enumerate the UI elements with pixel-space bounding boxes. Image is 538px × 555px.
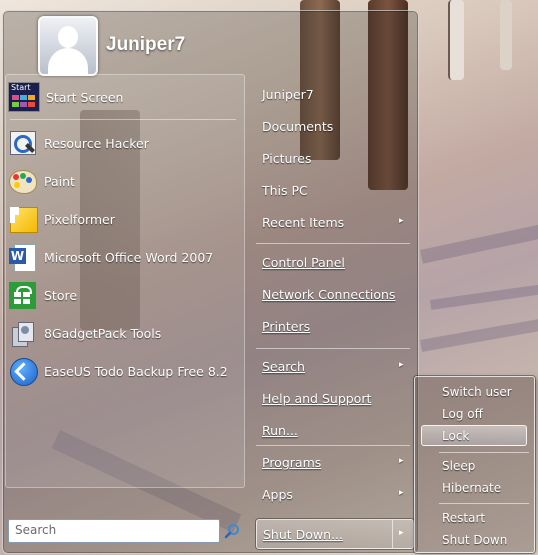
menu-item-hibernate[interactable]: Hibernate (442, 481, 501, 495)
search-input[interactable] (9, 520, 217, 540)
program-label: Start Screen (46, 89, 124, 105)
program-label: Store (44, 287, 78, 303)
user-name: Juniper7 (106, 34, 186, 55)
program-start-screen[interactable]: Start Start Screen (8, 80, 238, 114)
programs-label: Programs (262, 455, 322, 470)
place-control-panel[interactable]: Control Panel (262, 255, 345, 270)
program-label: EaseUS Todo Backup Free 8.2 (44, 363, 228, 379)
chevron-right-icon: ▸ (399, 216, 404, 226)
places-separator (256, 348, 410, 349)
control-panel-label: Control Panel (262, 255, 345, 270)
search-icon[interactable] (224, 523, 240, 539)
user-silhouette-head (58, 26, 78, 48)
shutdown-options-button[interactable]: ▸ (392, 520, 413, 548)
place-apps[interactable]: Apps (262, 487, 293, 502)
pixelformer-icon (8, 205, 38, 233)
submenu-separator (439, 503, 529, 504)
user-avatar[interactable] (38, 16, 98, 76)
shutdown-label-text: Shut Down... (263, 527, 343, 542)
places-separator (256, 243, 410, 244)
user-silhouette-body (48, 48, 88, 74)
paint-palette-icon (8, 167, 38, 195)
program-pixelformer[interactable]: Pixelformer (8, 202, 238, 236)
place-documents[interactable]: Documents (262, 119, 333, 134)
shutdown-label: Shut Down... (263, 527, 343, 542)
program-paint[interactable]: Paint (8, 164, 238, 198)
program-label: Microsoft Office Word 2007 (44, 249, 214, 265)
word-icon: W (8, 243, 38, 272)
place-help-support[interactable]: Help and Support (262, 391, 371, 406)
menu-item-switch-user[interactable]: Switch user (442, 385, 512, 399)
program-8gadgetpack[interactable]: 8GadgetPack Tools (8, 316, 238, 350)
place-recent-items[interactable]: Recent Items (262, 215, 344, 230)
submenu-separator (439, 452, 529, 453)
network-connections-label: Network Connections (262, 287, 396, 302)
menu-item-sleep[interactable]: Sleep (442, 459, 475, 473)
shutdown-button[interactable]: Shut Down... ▸ (256, 519, 414, 549)
place-run[interactable]: Run... (262, 423, 298, 438)
places-separator (256, 445, 410, 446)
program-resource-hacker[interactable]: Resource Hacker (8, 126, 238, 160)
chevron-right-icon: ▸ (399, 360, 404, 370)
menu-item-lock[interactable]: Lock (442, 429, 469, 443)
start-screen-icon: Start (8, 82, 40, 112)
program-label: Resource Hacker (44, 135, 149, 151)
resource-hacker-icon (8, 129, 38, 157)
program-label: Pixelformer (44, 211, 115, 227)
program-word[interactable]: W Microsoft Office Word 2007 (8, 240, 238, 274)
start-icon-text: Start (11, 83, 31, 92)
place-pictures[interactable]: Pictures (262, 151, 312, 166)
run-label: Run... (262, 423, 298, 438)
place-this-pc[interactable]: This PC (262, 183, 308, 198)
power-submenu: Switch user Log off Lock Sleep Hibernate… (414, 376, 535, 553)
place-printers[interactable]: Printers (262, 319, 310, 334)
place-user-folder[interactable]: Juniper7 (262, 87, 314, 102)
program-label: 8GadgetPack Tools (44, 325, 162, 341)
easeus-icon (8, 357, 38, 386)
search-label: Search (262, 359, 305, 374)
chevron-right-icon: ▸ (399, 456, 404, 466)
gadgetpack-icon (8, 319, 38, 347)
place-programs[interactable]: Programs (262, 455, 321, 470)
menu-item-shut-down[interactable]: Shut Down (442, 533, 507, 547)
search-field[interactable] (8, 519, 220, 543)
program-label: Paint (44, 173, 75, 189)
chevron-right-icon: ▸ (399, 528, 404, 538)
menu-item-restart[interactable]: Restart (442, 511, 485, 525)
printers-label: Printers (262, 319, 311, 334)
place-network-connections[interactable]: Network Connections (262, 287, 395, 302)
program-store[interactable]: Store (8, 278, 238, 312)
help-support-label: Help and Support (262, 391, 372, 406)
store-icon (8, 281, 38, 309)
programs-separator (10, 119, 236, 120)
place-search[interactable]: Search (262, 359, 305, 374)
menu-item-highlight (421, 425, 527, 446)
menu-item-log-off[interactable]: Log off (442, 407, 483, 421)
chevron-right-icon: ▸ (399, 488, 404, 498)
program-easeus[interactable]: EaseUS Todo Backup Free 8.2 (8, 354, 238, 388)
